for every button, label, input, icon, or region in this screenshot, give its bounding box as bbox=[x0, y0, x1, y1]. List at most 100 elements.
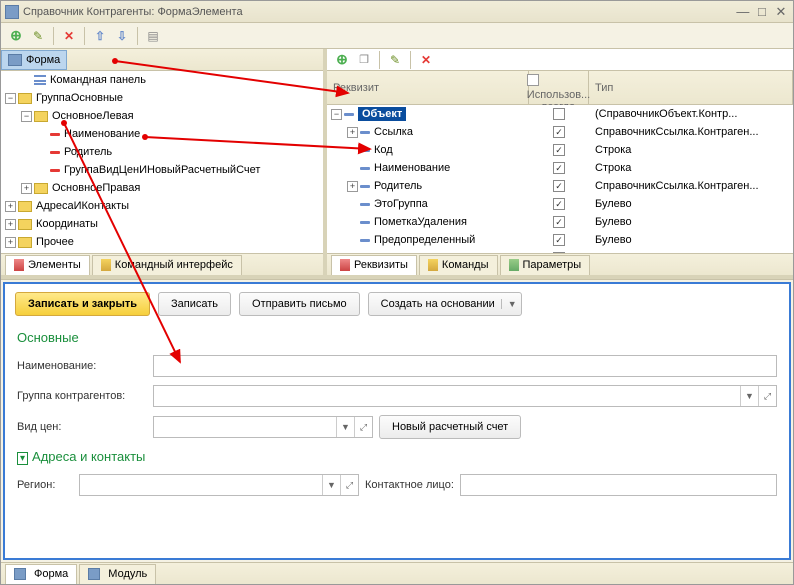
collapse-icon[interactable]: − bbox=[21, 111, 32, 122]
properties-button[interactable]: ▤ bbox=[144, 27, 162, 45]
footer-tab-Форма[interactable]: Форма bbox=[5, 564, 77, 584]
chevron-down-icon: ▼ bbox=[501, 299, 517, 309]
tree-node[interactable]: −ГруппаОсновные bbox=[1, 89, 323, 107]
attr-row[interactable]: +Ссылка✓СправочникСсылка.Контраген... bbox=[327, 123, 793, 141]
down-button[interactable]: ⇩ bbox=[113, 27, 131, 45]
label-contact: Контактное лицо: bbox=[365, 479, 454, 491]
expand-icon[interactable]: + bbox=[21, 183, 32, 194]
chevron-down-icon[interactable]: ▼ bbox=[740, 386, 758, 406]
tab-Элементы[interactable]: Элементы bbox=[5, 255, 90, 275]
expand-icon[interactable]: + bbox=[5, 237, 16, 248]
open-icon[interactable]: ⤢ bbox=[340, 475, 358, 495]
add-button[interactable]: ⊕ bbox=[7, 27, 25, 45]
attr-row[interactable]: ПометкаУдаления✓Булево bbox=[327, 213, 793, 231]
node-label: Родитель bbox=[64, 146, 112, 158]
attr-tree[interactable]: −Объект(СправочникОбъект.Контр...+Ссылка… bbox=[327, 105, 793, 253]
create-based-button[interactable]: Создать на основании▼ bbox=[368, 292, 522, 316]
input-region[interactable]: ▼⤢ bbox=[79, 474, 359, 496]
attr-row[interactable]: Наименование✓Строка bbox=[327, 159, 793, 177]
folder-icon bbox=[18, 237, 32, 248]
attr-row[interactable]: Код✓Строка bbox=[327, 141, 793, 159]
checkbox[interactable]: ✓ bbox=[553, 126, 565, 138]
x-icon: ✕ bbox=[64, 29, 74, 43]
chevron-down-icon[interactable]: ▼ bbox=[322, 475, 340, 495]
checkbox[interactable]: ✓ bbox=[553, 216, 565, 228]
footer-tab-Модуль[interactable]: Модуль bbox=[79, 564, 156, 584]
tree-node[interactable]: +Координаты bbox=[1, 215, 323, 233]
minimize-button[interactable]: — bbox=[735, 4, 751, 19]
node-label: АдресаИКонтакты bbox=[36, 200, 129, 212]
open-icon[interactable]: ⤢ bbox=[354, 417, 372, 437]
tree-node[interactable]: Наименование bbox=[1, 125, 323, 143]
checkbox[interactable]: ✓ bbox=[553, 144, 565, 156]
node-label: Наименование bbox=[64, 128, 140, 140]
col-use-always[interactable]: Использов... всегда bbox=[529, 71, 589, 104]
attr-row[interactable]: Предопределенный✓Булево bbox=[327, 231, 793, 249]
attr-add-button[interactable]: ⊕ bbox=[333, 51, 351, 69]
input-name[interactable] bbox=[153, 355, 777, 377]
chevron-down-icon[interactable]: ▼ bbox=[336, 417, 354, 437]
row-group: Группа контрагентов: ▼⤢ bbox=[5, 381, 789, 411]
save-close-button[interactable]: Записать и закрыть bbox=[15, 292, 150, 316]
separator bbox=[137, 27, 138, 45]
window-title: Справочник Контрагенты: ФормаЭлемента bbox=[23, 6, 735, 18]
input-contact[interactable] bbox=[460, 474, 777, 496]
delete-button[interactable]: ✕ bbox=[60, 27, 78, 45]
tab-Командный интерфейс[interactable]: Командный интерфейс bbox=[92, 255, 242, 275]
group-contacts[interactable]: Адреса и контакты bbox=[17, 449, 777, 464]
expand-icon[interactable]: + bbox=[5, 219, 16, 230]
up-button[interactable]: ⇧ bbox=[91, 27, 109, 45]
form-icon bbox=[8, 54, 22, 66]
attr-label: Наименование bbox=[374, 162, 450, 174]
attr-type: Строка bbox=[589, 144, 793, 156]
tab-icon bbox=[509, 259, 519, 271]
group-main: Основные bbox=[17, 330, 777, 345]
app-window: Справочник Контрагенты: ФормаЭлемента — … bbox=[0, 0, 794, 585]
col-attribute[interactable]: Реквизит bbox=[327, 71, 529, 104]
checkbox[interactable]: ✓ bbox=[553, 234, 565, 246]
tab-Параметры[interactable]: Параметры bbox=[500, 255, 591, 275]
maximize-button[interactable]: □ bbox=[754, 4, 770, 19]
open-icon[interactable]: ⤢ bbox=[758, 386, 776, 406]
save-button[interactable]: Записать bbox=[158, 292, 231, 316]
tree-header-cell[interactable]: Форма bbox=[1, 50, 67, 70]
checkbox[interactable]: ✓ bbox=[553, 162, 565, 174]
tree-node[interactable]: −ОсновноеЛевая bbox=[1, 107, 323, 125]
collapse-icon[interactable]: − bbox=[5, 93, 16, 104]
tree-node[interactable]: Родитель bbox=[1, 143, 323, 161]
attr-row[interactable]: −Объект(СправочникОбъект.Контр... bbox=[327, 105, 793, 123]
arrow-down-icon: ⇩ bbox=[117, 29, 127, 43]
collapse-icon[interactable]: − bbox=[331, 109, 342, 120]
folder-icon bbox=[18, 93, 32, 104]
checkbox[interactable] bbox=[553, 108, 565, 120]
tree-node[interactable]: + АдресаИКонтакты bbox=[1, 197, 323, 215]
input-price[interactable]: ▼⤢ bbox=[153, 416, 373, 438]
checkbox[interactable]: ✓ bbox=[553, 198, 565, 210]
input-group[interactable]: ▼⤢ bbox=[153, 385, 777, 407]
new-account-button[interactable]: Новый расчетный счет bbox=[379, 415, 521, 439]
attr-row[interactable]: +Родитель✓СправочникСсылка.Контраген... bbox=[327, 177, 793, 195]
node-label: ОсновноеПравая bbox=[52, 182, 140, 194]
tree-node[interactable]: ГруппаВидЦенИНовыйРасчетныйСчет bbox=[1, 161, 323, 179]
attr-edit-button[interactable]: ✎ bbox=[386, 51, 404, 69]
tab-Реквизиты[interactable]: Реквизиты bbox=[331, 255, 417, 275]
send-mail-button[interactable]: Отправить письмо bbox=[239, 292, 360, 316]
tree-node[interactable]: +Прочее bbox=[1, 233, 323, 251]
row-name: Наименование: bbox=[5, 351, 789, 381]
close-button[interactable]: ✕ bbox=[773, 4, 789, 20]
tree-node[interactable]: + ОсновноеПравая bbox=[1, 179, 323, 197]
form-tree[interactable]: Командная панель−ГруппаОсновные−Основное… bbox=[1, 71, 323, 253]
expand-icon[interactable]: + bbox=[347, 181, 358, 192]
expand-icon[interactable]: + bbox=[347, 127, 358, 138]
edit-button[interactable]: ✎ bbox=[29, 27, 47, 45]
expand-icon[interactable]: + bbox=[5, 201, 16, 212]
attr-row[interactable]: ЭтоГруппа✓Булево bbox=[327, 195, 793, 213]
tab-Команды[interactable]: Команды bbox=[419, 255, 498, 275]
checkbox[interactable]: ✓ bbox=[553, 180, 565, 192]
attr-delete-button[interactable]: ✕ bbox=[417, 51, 435, 69]
tree-node[interactable]: Командная панель bbox=[1, 71, 323, 89]
col-type[interactable]: Тип bbox=[589, 71, 793, 104]
attr-icon bbox=[360, 167, 370, 170]
attr-icon bbox=[360, 203, 370, 206]
attr-copy-button[interactable]: ❐ bbox=[355, 51, 373, 69]
